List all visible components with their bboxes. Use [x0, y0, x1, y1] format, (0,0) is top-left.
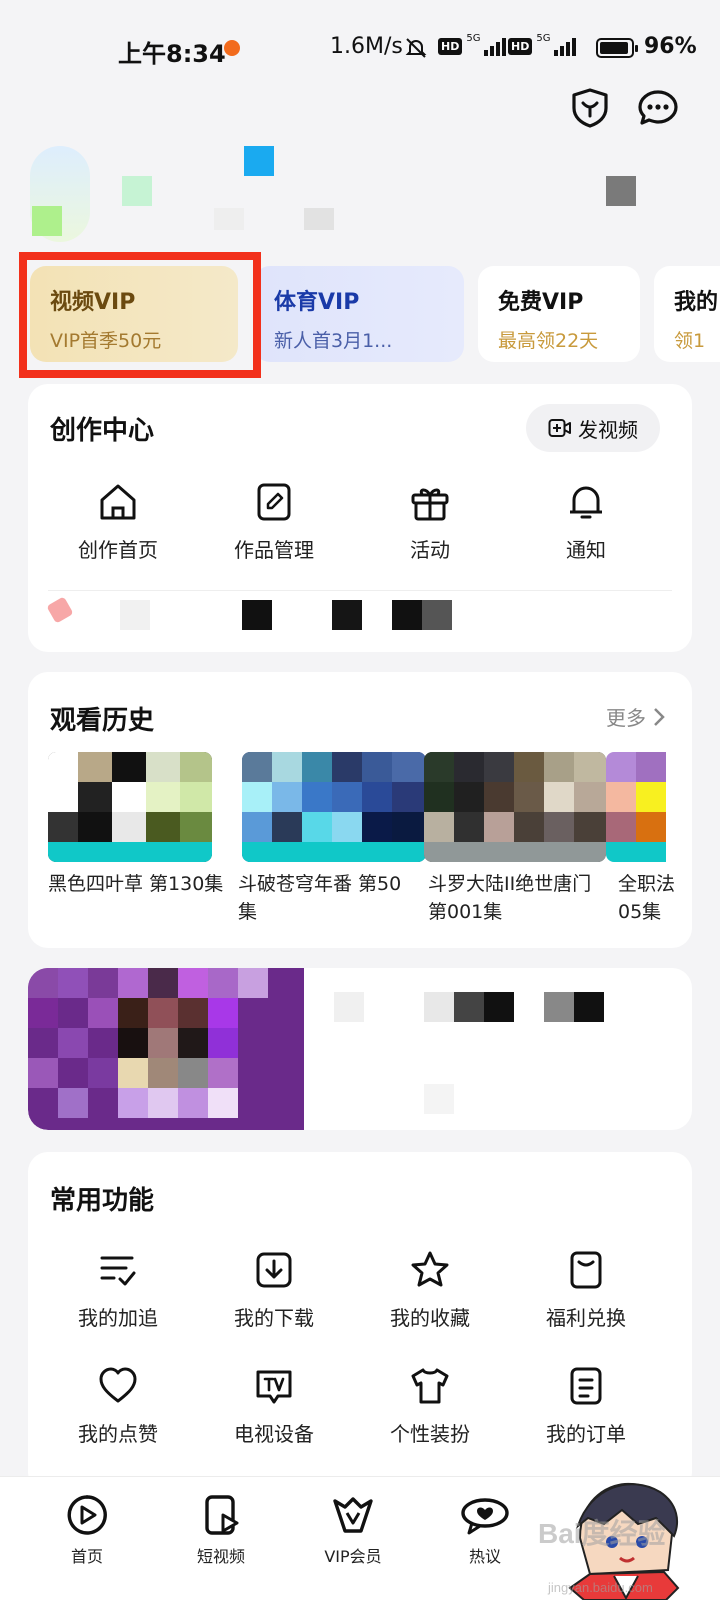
nav-vip[interactable]: VIP会员 — [298, 1493, 408, 1567]
net-type: 5G — [466, 32, 481, 44]
vip-card-subtitle: 领1 — [674, 330, 706, 352]
battery-icon — [596, 38, 638, 58]
func-item-download[interactable]: 我的下载 — [214, 1248, 334, 1331]
func-item-like[interactable]: 我的点赞 — [58, 1364, 178, 1447]
history-title: 观看历史 — [50, 706, 155, 736]
func-item-order[interactable]: 我的订单 — [526, 1364, 646, 1447]
history-item-title[interactable]: 黑色四叶草 第130集 — [48, 870, 228, 898]
nav-home[interactable]: 首页 — [32, 1493, 142, 1567]
video-add-icon — [548, 419, 571, 437]
history-item-title[interactable]: 全职法05集 — [618, 870, 682, 926]
heart-icon — [99, 1367, 137, 1403]
more-label: 更多 — [606, 706, 646, 730]
nav-short-video[interactable]: 短视频 — [166, 1493, 276, 1567]
creation-item-label: 通知 — [566, 538, 606, 562]
shield-icon[interactable] — [568, 86, 612, 130]
play-icon — [67, 1495, 107, 1535]
status-bar: 上午8:34 1.6M/s HD 5G HD 5G 96% — [0, 0, 720, 96]
func-item-label: 我的下载 — [234, 1306, 314, 1330]
vip-card-subtitle: 最高领22天 — [498, 330, 599, 352]
nav-label: 热议 — [468, 1547, 501, 1566]
download-icon — [256, 1252, 292, 1288]
creation-center-card: 创作中心 发视频 创作首页 作品管理 活动 通知 — [28, 384, 692, 652]
func-item-label: 我的加追 — [78, 1306, 158, 1330]
signal-1: HD 5G — [438, 32, 507, 56]
vip-card-sports[interactable]: 体育VIP 新人首3月1... — [254, 266, 464, 362]
func-item-favorite[interactable]: 我的收藏 — [370, 1248, 490, 1331]
history-more-link[interactable]: 更多 — [606, 702, 666, 731]
gift-icon — [411, 488, 449, 521]
short-video-icon — [205, 1495, 239, 1535]
battery-percent: 96% — [644, 34, 697, 59]
post-video-label: 发视频 — [578, 417, 638, 442]
home-icon — [100, 484, 136, 520]
creation-item-home[interactable]: 创作首页 — [58, 480, 178, 563]
follow-list-icon — [100, 1256, 136, 1286]
creation-item-label: 作品管理 — [234, 538, 314, 562]
func-item-welfare[interactable]: 福利兑换 — [526, 1248, 646, 1331]
func-item-label: 我的点赞 — [78, 1422, 158, 1446]
nav-label: 首页 — [70, 1547, 103, 1566]
chevron-right-icon — [654, 707, 665, 726]
vip-card-title: 体育VIP — [274, 290, 360, 315]
notification-dot — [224, 40, 240, 56]
func-item-tv[interactable]: 电视设备 — [214, 1364, 334, 1447]
vip-card-title: 我的 — [674, 290, 719, 315]
shirt-icon — [411, 1368, 449, 1404]
creation-item-notice[interactable]: 通知 — [526, 480, 646, 563]
bell-icon — [570, 486, 602, 519]
vip-card-mine[interactable]: 我的 领1 — [654, 266, 720, 362]
creation-item-activity[interactable]: 活动 — [370, 480, 490, 563]
creation-center-title: 创作中心 — [50, 416, 155, 446]
nav-discuss[interactable]: 热议 — [430, 1493, 540, 1567]
net-type: 5G — [536, 32, 551, 44]
history-thumb-3[interactable] — [424, 752, 606, 862]
discuss-icon — [461, 1498, 509, 1535]
history-thumb-1[interactable] — [48, 752, 212, 862]
coupon-icon — [570, 1251, 602, 1289]
hd-badge: HD — [508, 37, 533, 55]
creation-item-works[interactable]: 作品管理 — [214, 480, 334, 563]
func-item-label: 我的收藏 — [390, 1306, 470, 1330]
creation-item-label: 创作首页 — [78, 538, 158, 562]
functions-title: 常用功能 — [50, 1186, 155, 1216]
message-icon[interactable] — [636, 86, 680, 130]
mute-icon — [405, 38, 427, 58]
watermark-logo: Bai度经验 — [538, 1518, 666, 1549]
history-card: 观看历史 更多 黑色四叶草 第130集 斗破苍穹年番 第50集 斗罗大陆II绝世… — [28, 672, 692, 948]
func-item-label: 电视设备 — [234, 1422, 314, 1446]
history-thumb-2[interactable] — [242, 752, 426, 862]
hd-badge: HD — [438, 37, 463, 55]
signal-2: HD 5G — [508, 32, 577, 56]
post-video-button[interactable]: 发视频 — [526, 404, 660, 452]
edit-icon — [257, 483, 291, 521]
order-icon — [570, 1367, 602, 1405]
promo-banner[interactable] — [28, 968, 692, 1130]
history-thumb-4[interactable] — [606, 752, 666, 862]
vip-card-free[interactable]: 免费VIP 最高领22天 — [478, 266, 640, 362]
func-item-label: 我的订单 — [546, 1422, 626, 1446]
func-item-dress[interactable]: 个性装扮 — [370, 1364, 490, 1447]
network-speed: 1.6M/s — [330, 34, 403, 59]
func-item-label: 福利兑换 — [546, 1306, 626, 1330]
func-item-follow[interactable]: 我的加追 — [58, 1248, 178, 1331]
creation-item-label: 活动 — [410, 538, 450, 562]
history-item-title[interactable]: 斗罗大陆II绝世唐门第001集 — [428, 870, 608, 926]
nav-label: 短视频 — [196, 1547, 245, 1566]
history-item-title[interactable]: 斗破苍穹年番 第50集 — [238, 870, 418, 926]
profile-area[interactable] — [28, 140, 692, 250]
highlight-box — [19, 252, 261, 378]
vip-card-title: 免费VIP — [498, 290, 584, 315]
functions-card: 常用功能 我的加追 我的下载 我的收藏 福利兑换 我的点赞 电视设备 个性装扮 … — [28, 1152, 692, 1492]
func-item-label: 个性装扮 — [390, 1422, 470, 1446]
vip-card-subtitle: 新人首3月1... — [274, 330, 393, 352]
tv-icon — [256, 1370, 292, 1404]
status-time: 上午8:34 — [118, 40, 226, 68]
pixelated-content — [28, 596, 692, 638]
nav-label: VIP会员 — [324, 1547, 382, 1566]
star-icon — [411, 1251, 449, 1287]
vip-crown-icon — [333, 1497, 373, 1533]
watermark-url: jingyan.baidu.com — [548, 1580, 653, 1595]
